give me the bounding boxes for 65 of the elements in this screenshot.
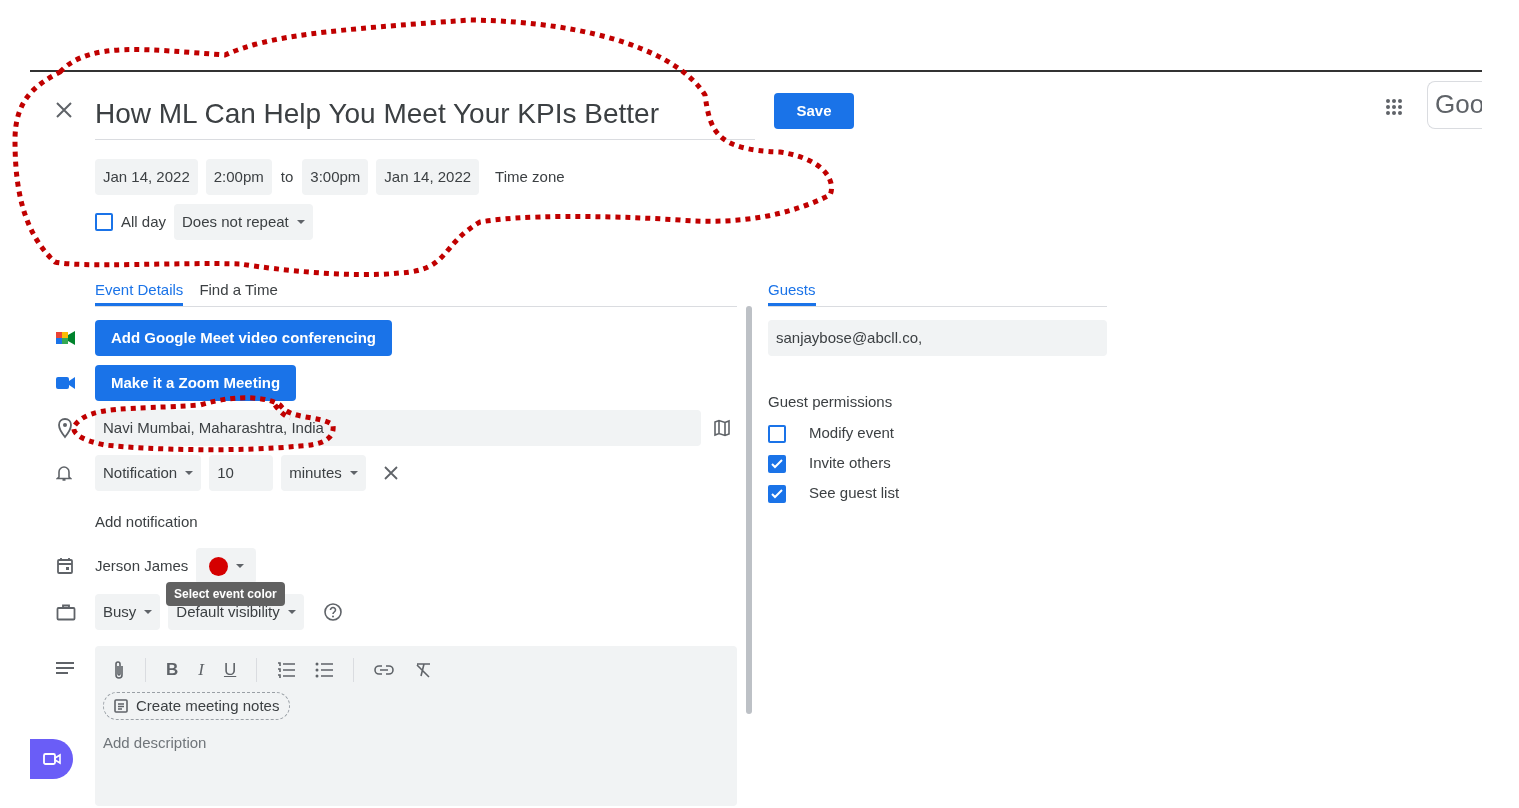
checkbox[interactable]: [768, 484, 786, 503]
add-notification-link[interactable]: Add notification: [95, 513, 198, 530]
time-field[interactable]: 2:00pm: [205, 159, 272, 195]
permissions-heading: Guest permissions: [768, 392, 894, 412]
description-field[interactable]: B I U Create meeting notes Add description: [95, 646, 737, 806]
caret-icon: [296, 219, 305, 225]
meet-button[interactable]: Add Google Meet video conferencing: [95, 320, 393, 356]
video-camera-icon: [56, 330, 76, 346]
tab[interactable]: Find a Time: [199, 276, 278, 306]
checkbox[interactable]: [768, 454, 786, 473]
document-icon: [114, 699, 128, 713]
all-day-label: All day: [121, 211, 167, 232]
save-button[interactable]: Save: [774, 93, 854, 129]
map-icon[interactable]: [713, 419, 731, 437]
bulleted-list-icon[interactable]: [315, 662, 334, 678]
zoom-button[interactable]: Make it a Zoom Meeting: [95, 365, 297, 401]
briefcase-icon: [56, 603, 76, 621]
paperclip-icon[interactable]: [113, 660, 125, 680]
caret-icon: [349, 470, 358, 476]
tooltip: Select event color: [166, 582, 285, 606]
numbered-list-icon[interactable]: [277, 662, 296, 678]
permission-label: Invite others: [809, 453, 891, 474]
notification-value-field[interactable]: 10: [209, 455, 274, 491]
checkbox[interactable]: [768, 424, 786, 443]
title-field[interactable]: How ML Can Help You Meet Your KPIs Better: [95, 88, 755, 140]
notes-lines-icon: [56, 662, 74, 674]
link-icon[interactable]: [374, 664, 395, 676]
caret-icon: [144, 609, 153, 615]
date-field[interactable]: Jan 14, 2022: [376, 159, 480, 195]
notification-unit-dropdown[interactable]: minutes: [281, 455, 366, 491]
to-label: to: [279, 166, 295, 187]
close-icon[interactable]: [383, 466, 398, 480]
tab[interactable]: Guests: [768, 276, 816, 306]
format-button[interactable]: U: [223, 657, 237, 683]
help-icon[interactable]: [323, 603, 342, 621]
permission-label: Modify event: [809, 423, 895, 444]
guest-field[interactable]: sanjaybose@abcll.co,: [768, 320, 1107, 356]
video-camera-icon: [42, 752, 61, 766]
color-picker[interactable]: [196, 548, 257, 584]
permission-label: See guest list: [809, 483, 900, 504]
description-placeholder: Add description: [103, 733, 208, 753]
location-pin-icon: [56, 417, 74, 439]
location-field[interactable]: Navi Mumbai, Maharashtra, India: [95, 410, 701, 446]
video-camera-icon: [56, 376, 76, 390]
repeat-dropdown[interactable]: Does not repeat: [174, 204, 313, 240]
caret-icon: [235, 563, 244, 569]
availability-dropdown[interactable]: Busy: [95, 594, 161, 630]
time-field[interactable]: 3:00pm: [302, 159, 369, 195]
bell-icon: [56, 464, 72, 482]
video-call-button[interactable]: [30, 739, 73, 779]
time-zone-link[interactable]: Time zone: [495, 165, 565, 189]
scrollbar[interactable]: [746, 306, 752, 714]
notification-type-dropdown[interactable]: Notification: [95, 455, 202, 491]
format-button[interactable]: I: [198, 657, 204, 683]
clear-formatting-icon[interactable]: [414, 662, 433, 678]
close-icon[interactable]: [55, 101, 73, 119]
checkbox[interactable]: [95, 213, 113, 231]
caret-icon: [185, 470, 194, 476]
calendar-owner: Jerson James: [95, 555, 189, 576]
calendar-icon: [56, 557, 74, 575]
tab[interactable]: Event Details: [95, 276, 184, 306]
caret-icon: [287, 609, 296, 615]
format-button[interactable]: B: [166, 657, 179, 683]
date-field[interactable]: Jan 14, 2022: [95, 159, 198, 195]
apps-icon[interactable]: [1385, 98, 1403, 116]
